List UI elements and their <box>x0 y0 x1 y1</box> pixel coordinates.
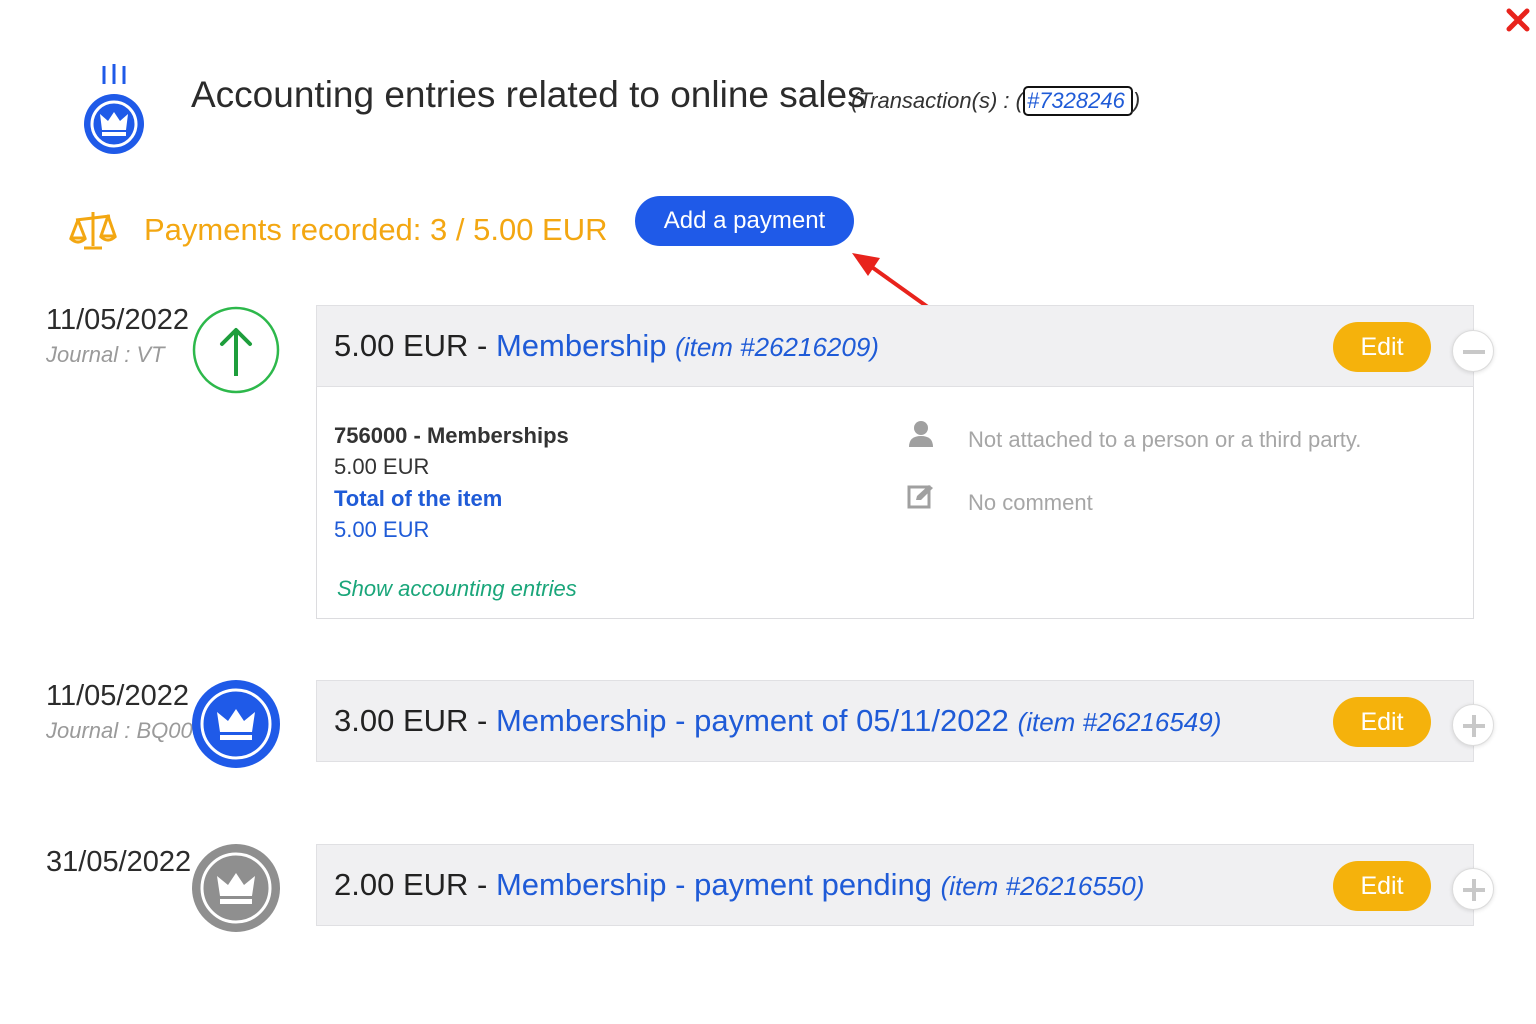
person-status: Not attached to a person or a third part… <box>968 427 1362 452</box>
close-icon[interactable] <box>1502 4 1534 36</box>
edit-note-icon <box>907 483 935 511</box>
person-icon <box>907 419 935 449</box>
entry-amount: 5.00 EUR <box>334 328 469 363</box>
entry-header[interactable]: 2.00 EUR - Membership - payment pending … <box>316 844 1474 926</box>
entry-header[interactable]: 3.00 EUR - Membership - payment of 05/11… <box>316 680 1474 762</box>
entry-label-link[interactable]: Membership - payment of 05/11/2022 <box>496 703 1009 738</box>
edit-button[interactable]: Edit <box>1333 322 1431 372</box>
transaction-label: (Transaction(s) : ( <box>851 88 1023 113</box>
entry-item-ref: (item #26216550) <box>940 871 1145 901</box>
expand-icon[interactable] <box>1452 868 1494 910</box>
entry-label-link[interactable]: Membership <box>496 328 667 363</box>
edit-button[interactable]: Edit <box>1333 861 1431 911</box>
add-payment-button[interactable]: Add a payment <box>635 196 854 246</box>
entry-item-ref: (item #26216549) <box>1017 707 1222 737</box>
comment-status: No comment <box>968 490 1093 515</box>
total-amount: 5.00 EUR <box>334 517 430 542</box>
entry-separator: - <box>477 328 488 363</box>
entry-date: 31/05/2022 <box>46 846 192 878</box>
crown-grey-icon <box>192 840 280 936</box>
edit-button[interactable]: Edit <box>1333 697 1431 747</box>
expand-icon[interactable] <box>1452 704 1494 746</box>
entry-journal: Journal : BQ004 <box>46 718 205 743</box>
entry-label-link[interactable]: Membership - payment pending <box>496 867 932 902</box>
account-line: 756000 - Memberships <box>334 423 569 448</box>
entry-amount: 3.00 EUR <box>334 703 469 738</box>
entry-separator: - <box>477 867 488 902</box>
transaction-link[interactable]: #7328246 <box>1022 86 1133 116</box>
entry-separator: - <box>477 703 488 738</box>
arrow-up-icon <box>192 302 280 398</box>
show-accounting-entries-link[interactable]: Show accounting entries <box>337 576 577 602</box>
collapse-icon[interactable] <box>1452 330 1494 372</box>
entry-title: 5.00 EUR - Membership (item #26216209) <box>334 328 879 364</box>
entry-date: 11/05/2022 <box>46 304 189 336</box>
entry-title: 3.00 EUR - Membership - payment of 05/11… <box>334 703 1221 739</box>
crown-blue-icon <box>192 676 280 772</box>
transaction-closing: ) <box>1132 88 1141 113</box>
entry-amount: 2.00 EUR <box>334 867 469 902</box>
payments-summary: Payments recorded: 3 / 5.00 EUR <box>144 212 608 247</box>
entry-date: 11/05/2022 <box>46 680 189 712</box>
account-amount: 5.00 EUR <box>334 454 430 479</box>
entry-journal: Journal : VT <box>46 342 165 367</box>
crown-medal-icon <box>78 62 150 158</box>
entry-details: 756000 - Memberships 5.00 EUR Total of t… <box>316 387 1474 619</box>
page-title: Accounting entries related to online sal… <box>191 74 866 115</box>
total-label: Total of the item <box>334 486 503 511</box>
entry-title: 2.00 EUR - Membership - payment pending … <box>334 867 1144 903</box>
entry-header[interactable]: 5.00 EUR - Membership (item #26216209) E… <box>316 305 1474 387</box>
scales-icon <box>68 208 118 252</box>
transaction-reference: (Transaction(s) : (#7328246) <box>851 86 1140 116</box>
entry-item-ref: (item #26216209) <box>675 332 879 362</box>
